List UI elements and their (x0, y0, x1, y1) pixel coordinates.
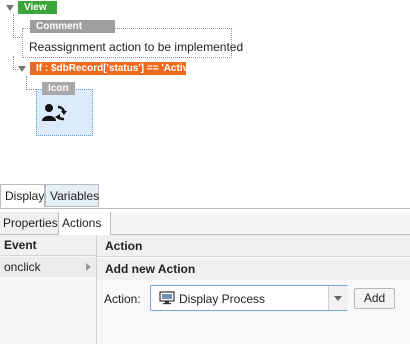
panel-tabs: Display Variables (0, 184, 410, 209)
action-header: Action (97, 235, 410, 257)
tab-actions[interactable]: Actions (59, 212, 111, 235)
event-item-label: onclick (4, 260, 41, 274)
event-header: Event (0, 235, 96, 256)
expand-arrow-icon (86, 263, 91, 271)
add-action-header: Add new Action (97, 258, 410, 280)
collapse-if-icon[interactable] (18, 66, 26, 72)
comment-text: Reassignment action to be implemented (29, 40, 244, 54)
if-node-tag[interactable]: If : $dbRecord['status'] == 'Active' (30, 62, 196, 75)
tree-connector (13, 37, 22, 38)
action-select-value: Display Process (179, 292, 266, 306)
comment-node-tag[interactable]: Comment (30, 20, 115, 33)
tab-variables[interactable]: Variables (45, 184, 99, 207)
tab-display[interactable]: Display (0, 184, 45, 208)
panel-subtabs: Properties Actions (0, 212, 410, 235)
monitor-icon (159, 291, 175, 305)
tree-connector (13, 14, 14, 38)
user-swap-icon (42, 104, 67, 121)
tree-connector (26, 89, 36, 90)
chevron-down-icon (334, 296, 342, 301)
tab-properties[interactable]: Properties (0, 212, 59, 234)
tree-connector (13, 56, 14, 70)
event-item-onclick[interactable]: onclick (0, 257, 96, 277)
add-action-button[interactable]: Add (354, 288, 395, 309)
icon-node-tag[interactable]: Icon (42, 82, 75, 95)
tree-canvas: View Comment Reassignment action to be i… (0, 0, 410, 184)
view-node-tag[interactable]: View (18, 1, 57, 14)
tree-connector (26, 76, 27, 90)
collapse-view-icon[interactable] (6, 5, 14, 11)
action-field-label: Action: (104, 292, 141, 306)
